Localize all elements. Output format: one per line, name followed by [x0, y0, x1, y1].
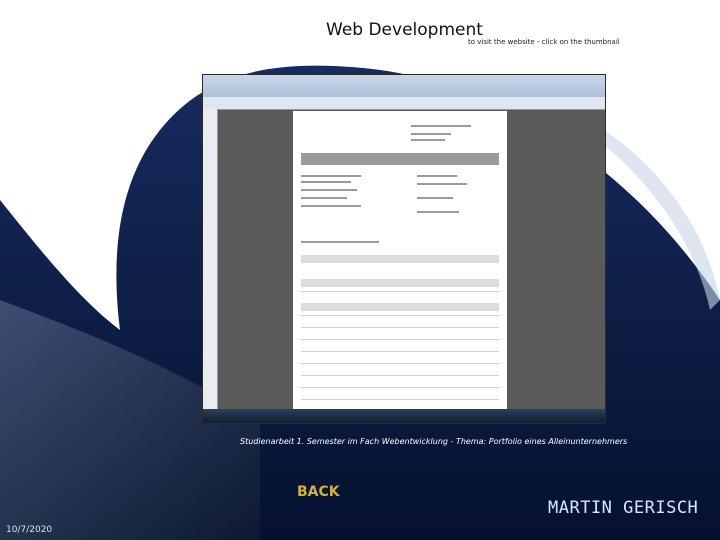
doc-line [417, 175, 457, 177]
table-row [301, 351, 499, 352]
doc-line [417, 183, 467, 185]
slide-title: Web Development [326, 20, 483, 40]
website-thumbnail[interactable] [202, 74, 606, 424]
table-row [301, 291, 499, 292]
doc-line [301, 205, 361, 207]
doc-line [417, 197, 453, 199]
author-name: MARTIN GERISCH [548, 498, 699, 518]
doc-heading-bar [301, 153, 499, 165]
back-button[interactable]: BACK [297, 484, 340, 500]
slide-date: 10/7/2020 [6, 525, 53, 535]
doc-line [301, 241, 379, 243]
table-row [301, 327, 499, 328]
table-row [301, 399, 499, 400]
table-row [301, 375, 499, 376]
doc-line [301, 175, 361, 177]
browser-menubar [203, 75, 605, 97]
os-taskbar [203, 409, 605, 423]
doc-line [411, 139, 445, 141]
table-row [301, 387, 499, 388]
slide-caption: Studienarbeit 1. Semester im Fach Webent… [240, 437, 628, 446]
browser-toolbar [203, 97, 605, 110]
table-row [301, 315, 499, 316]
doc-line [411, 133, 451, 135]
table-row [301, 303, 499, 311]
doc-line [417, 211, 459, 213]
table-row [301, 363, 499, 364]
table-row [301, 339, 499, 340]
table-row [301, 279, 499, 287]
doc-line [301, 197, 347, 199]
browser-side-toolbar [203, 109, 218, 409]
table-header-row [301, 255, 499, 263]
doc-line [301, 181, 351, 183]
doc-line [411, 125, 471, 127]
thumbnail-hint: to visit the website - click on the thum… [468, 38, 620, 46]
document-page [293, 111, 507, 411]
doc-line [301, 189, 357, 191]
